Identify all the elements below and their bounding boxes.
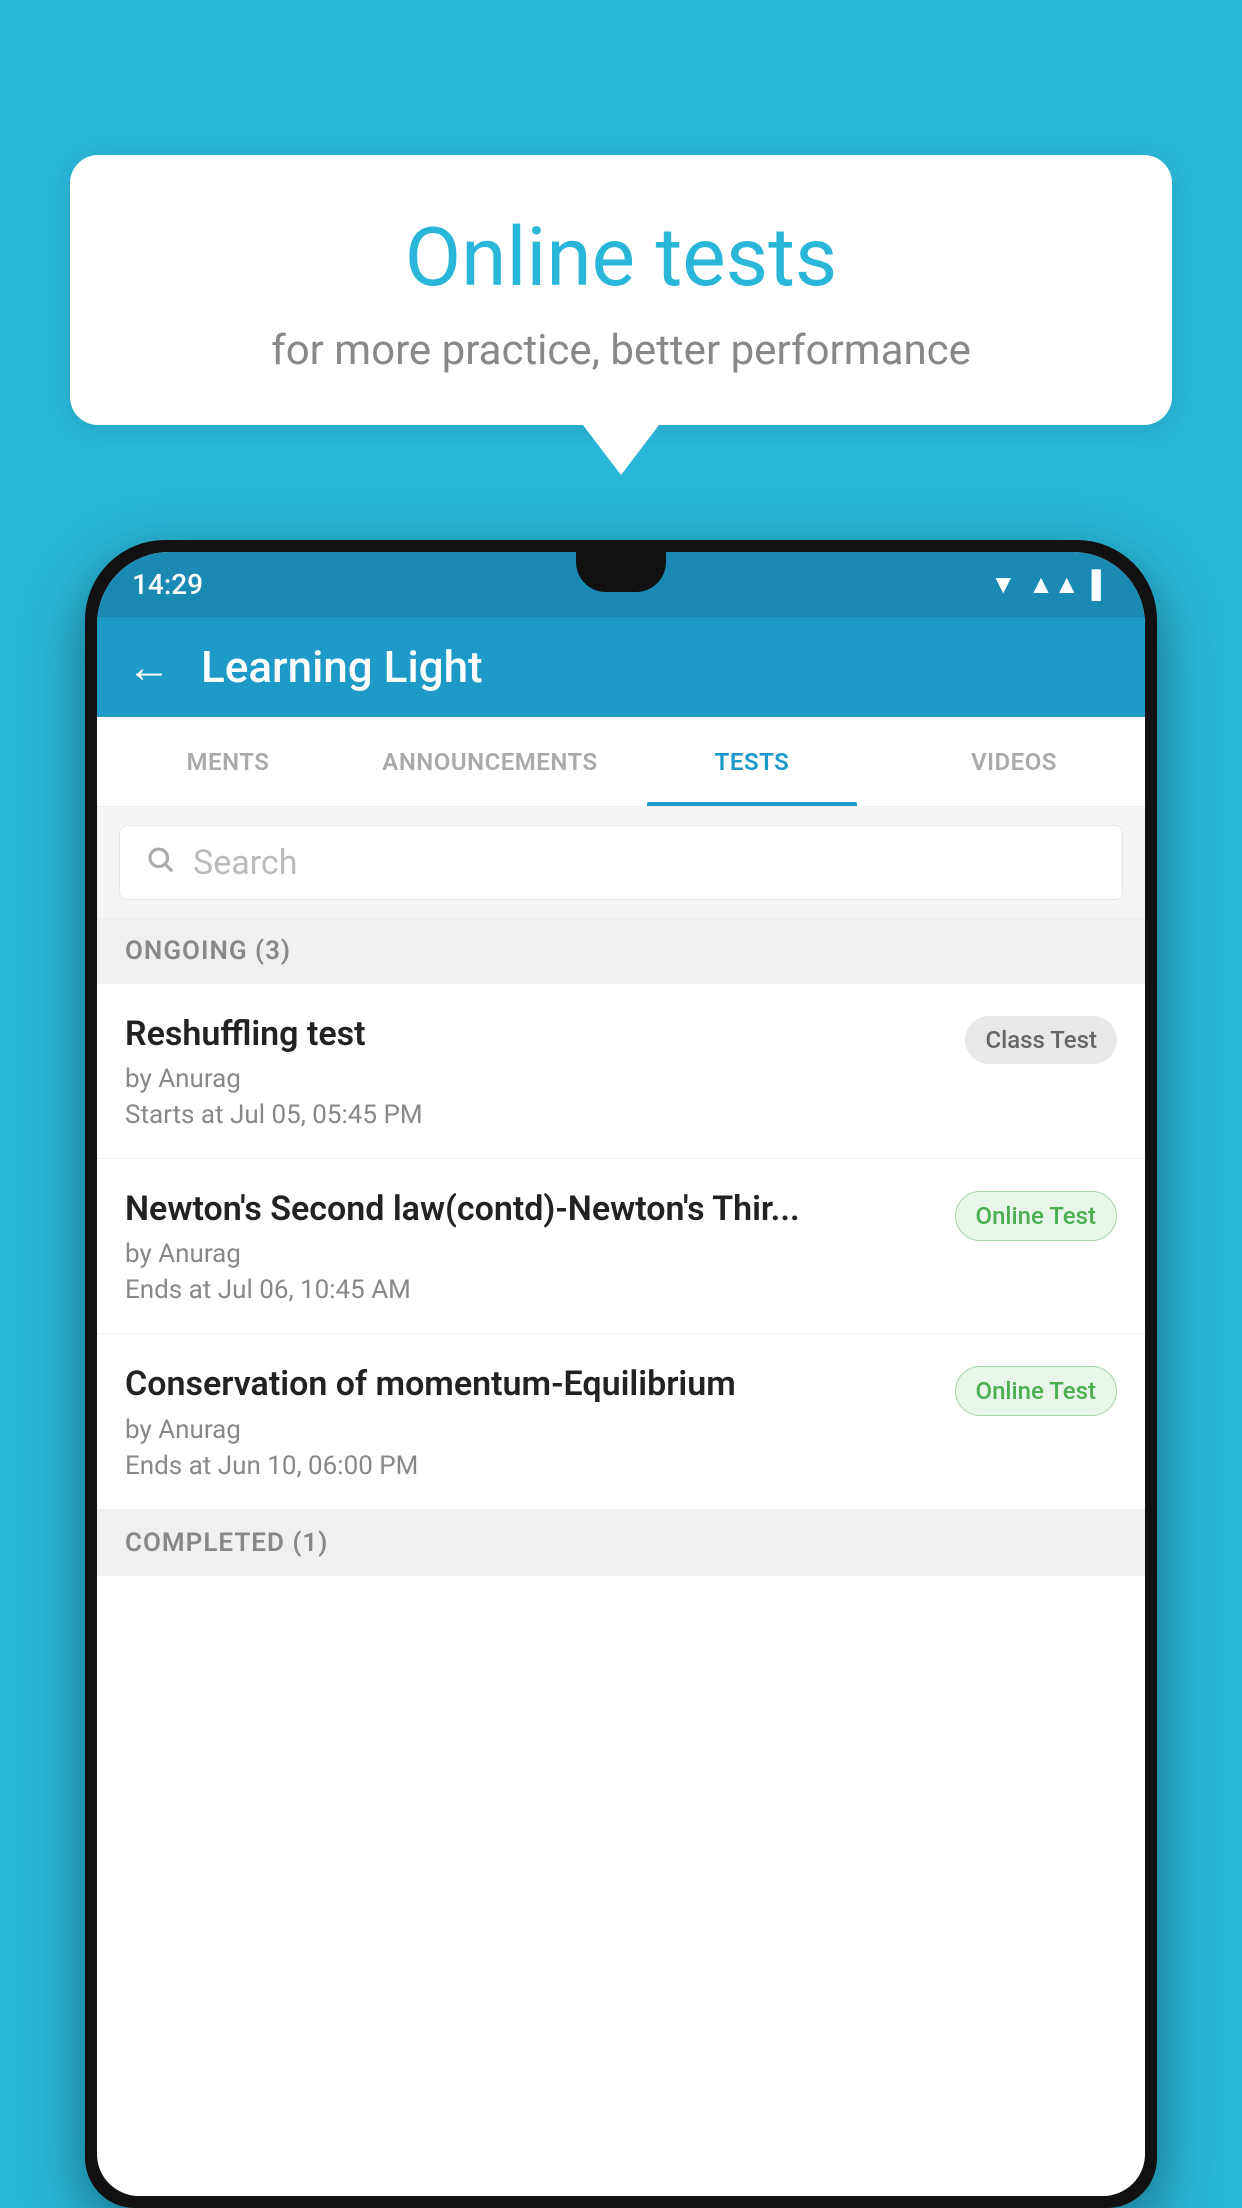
- status-time: 14:29: [132, 568, 203, 601]
- test-badge-online: Online Test: [955, 1191, 1117, 1241]
- completed-section-header: COMPLETED (1): [97, 1510, 1145, 1576]
- tab-tests[interactable]: TESTS: [621, 717, 883, 806]
- status-bar: 14:29 ▼ ▲▲ ▌: [97, 552, 1145, 617]
- ongoing-section-header: ONGOING (3): [97, 918, 1145, 984]
- test-author: by Anurag: [125, 1239, 935, 1269]
- test-author: by Anurag: [125, 1415, 935, 1445]
- notch: [576, 552, 666, 592]
- bubble-pointer: [583, 425, 659, 475]
- tab-announcements[interactable]: ANNOUNCEMENTS: [359, 717, 621, 806]
- search-input[interactable]: Search: [193, 843, 297, 883]
- time-value: Jul 06, 10:45 AM: [218, 1275, 411, 1305]
- test-name: Newton's Second law(contd)-Newton's Thir…: [125, 1187, 935, 1231]
- completed-label: COMPLETED (1): [125, 1528, 328, 1558]
- app-title: Learning Light: [201, 641, 483, 693]
- time-label: Ends at: [125, 1451, 211, 1481]
- test-author: by Anurag: [125, 1064, 945, 1094]
- speech-bubble: Online tests for more practice, better p…: [70, 155, 1172, 425]
- test-time: Starts at Jul 05, 05:45 PM: [125, 1100, 945, 1130]
- test-info: Reshuffling test by Anurag Starts at Jul…: [125, 1012, 945, 1130]
- test-time: Ends at Jun 10, 06:00 PM: [125, 1451, 935, 1481]
- time-value: Jul 05, 05:45 PM: [230, 1100, 423, 1130]
- time-value: Jun 10, 06:00 PM: [218, 1451, 419, 1481]
- tabs-bar: MENTS ANNOUNCEMENTS TESTS VIDEOS: [97, 717, 1145, 807]
- signal-icon: ▲▲: [1028, 569, 1079, 600]
- tab-videos[interactable]: VIDEOS: [883, 717, 1145, 806]
- test-info: Conservation of momentum-Equilibrium by …: [125, 1362, 935, 1480]
- test-name: Reshuffling test: [125, 1012, 945, 1056]
- test-badge-class: Class Test: [965, 1016, 1117, 1064]
- search-box[interactable]: Search: [119, 825, 1123, 900]
- search-icon: [145, 843, 175, 883]
- search-container: Search: [97, 807, 1145, 918]
- bubble-subtitle: for more practice, better performance: [130, 326, 1112, 375]
- wifi-icon: ▼: [990, 569, 1016, 600]
- phone-screen: 14:29 ▼ ▲▲ ▌ ← Learning Light MENTS ANNO…: [97, 552, 1145, 2196]
- test-time: Ends at Jul 06, 10:45 AM: [125, 1275, 935, 1305]
- test-name: Conservation of momentum-Equilibrium: [125, 1362, 935, 1406]
- test-item[interactable]: Conservation of momentum-Equilibrium by …: [97, 1334, 1145, 1509]
- status-icons: ▼ ▲▲ ▌: [990, 569, 1110, 600]
- tab-ments[interactable]: MENTS: [97, 717, 359, 806]
- test-info: Newton's Second law(contd)-Newton's Thir…: [125, 1187, 935, 1305]
- time-label: Ends at: [125, 1275, 211, 1305]
- battery-icon: ▌: [1092, 569, 1110, 600]
- test-badge-online: Online Test: [955, 1366, 1117, 1416]
- test-item[interactable]: Reshuffling test by Anurag Starts at Jul…: [97, 984, 1145, 1159]
- time-label: Starts at: [125, 1100, 224, 1130]
- phone-frame: 14:29 ▼ ▲▲ ▌ ← Learning Light MENTS ANNO…: [85, 540, 1157, 2208]
- app-header: ← Learning Light: [97, 617, 1145, 717]
- ongoing-label: ONGOING (3): [125, 936, 291, 966]
- speech-bubble-container: Online tests for more practice, better p…: [70, 155, 1172, 475]
- test-list: Reshuffling test by Anurag Starts at Jul…: [97, 984, 1145, 1510]
- bubble-title: Online tests: [130, 210, 1112, 306]
- test-item[interactable]: Newton's Second law(contd)-Newton's Thir…: [97, 1159, 1145, 1334]
- back-button[interactable]: ←: [127, 641, 171, 693]
